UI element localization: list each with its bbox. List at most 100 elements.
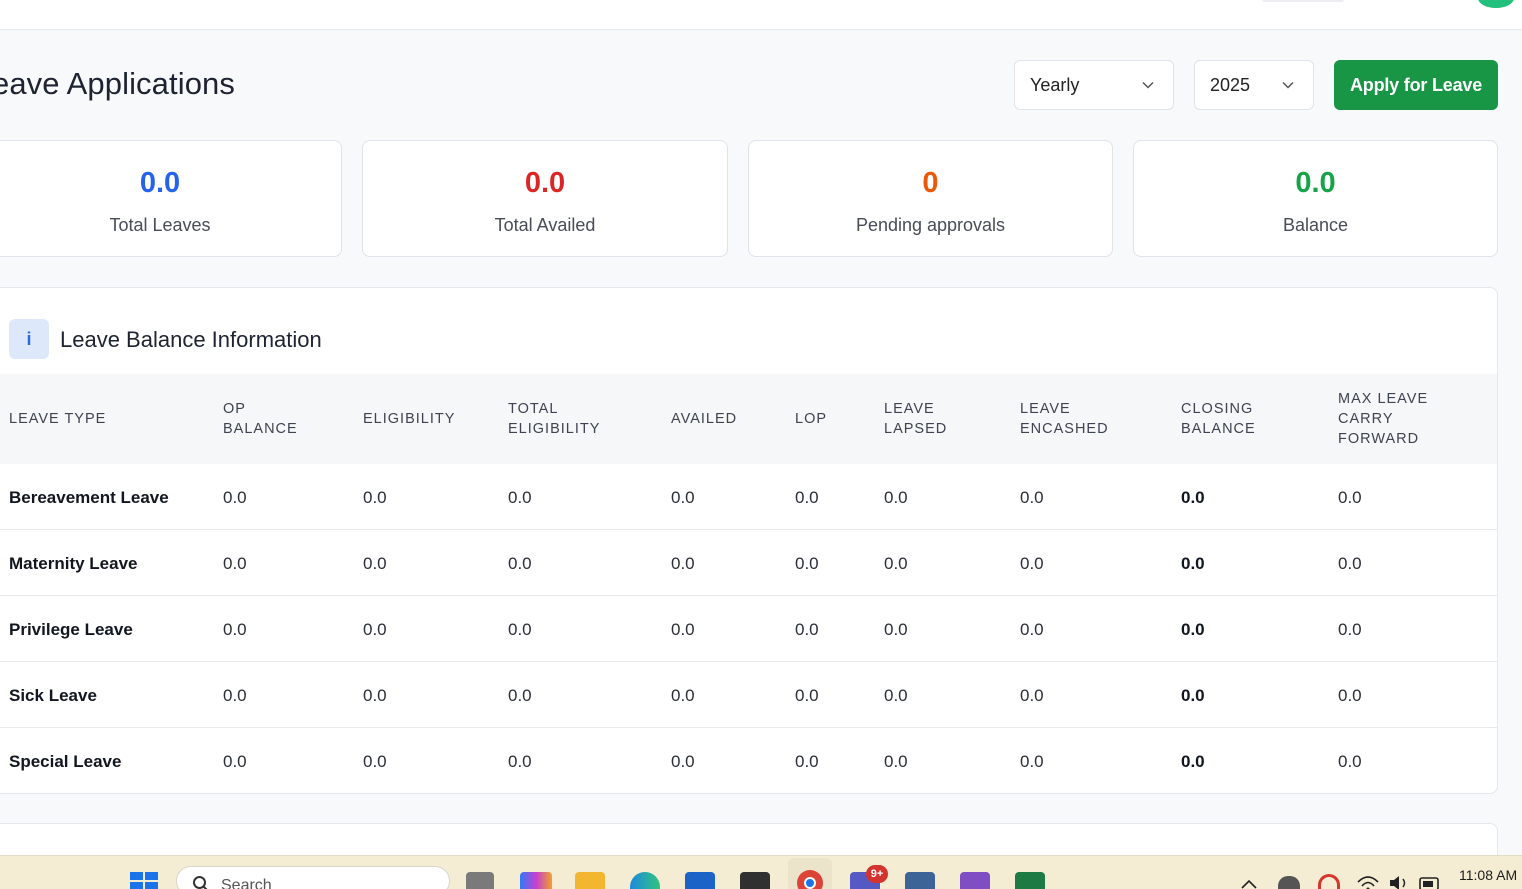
chrome-button[interactable] (788, 858, 832, 889)
cell-leave-type: Privilege Leave (9, 620, 133, 639)
user-avatar[interactable] (1478, 0, 1514, 8)
edge-icon[interactable] (630, 872, 660, 889)
section-title: Leave Balance Information (60, 327, 322, 352)
cell-lop: 0.0 (795, 752, 819, 771)
cell-closing-balance: 0.0 (1181, 620, 1205, 639)
excel-icon[interactable] (1015, 872, 1045, 889)
windows-taskbar: Search 9+ 11:08 AM (0, 855, 1522, 889)
cell-total-eligibility: 0.0 (508, 554, 532, 573)
cell-op-balance: 0.0 (223, 488, 247, 507)
taskbar-search[interactable]: Search (176, 866, 450, 889)
stat-value: 0 (922, 167, 939, 199)
cell-op-balance: 0.0 (223, 620, 247, 639)
stat-label: Total Availed (494, 215, 596, 235)
column-header-eligibility: Eligibility (363, 411, 456, 427)
cell-availed: 0.0 (671, 554, 695, 573)
cell-leave-encashed: 0.0 (1020, 554, 1044, 573)
battery-icon[interactable] (1418, 874, 1442, 889)
cell-eligibility: 0.0 (363, 488, 387, 507)
year-select[interactable]: 2025 (1194, 60, 1314, 110)
cell-leave-encashed: 0.0 (1020, 752, 1044, 771)
stat-value: 0.0 (1295, 167, 1336, 199)
stat-card-total-availed: 0.0 Total Availed (362, 140, 728, 257)
file-explorer-icon[interactable] (575, 872, 605, 889)
stat-value: 0.0 (524, 167, 566, 199)
chevron-up-icon[interactable] (1240, 878, 1258, 889)
table-row: Sick Leave 0.0 0.0 0.0 0.0 0.0 0.0 0.0 0.0 0.0 (0, 662, 1497, 728)
cell-lop: 0.0 (795, 686, 819, 705)
year-select-value: 2025 (1210, 74, 1251, 95)
cloud-icon[interactable] (1278, 876, 1300, 889)
copilot-icon[interactable] (520, 872, 552, 889)
cell-availed: 0.0 (671, 686, 695, 705)
cell-max-carry-forward: 0.0 (1338, 620, 1362, 639)
table-row: Bereavement Leave 0.0 0.0 0.0 0.0 0.0 0.0 0.0 0.… (0, 464, 1497, 530)
chrome-icon (797, 870, 823, 889)
cell-op-balance: 0.0 (223, 752, 247, 771)
cell-eligibility: 0.0 (363, 752, 387, 771)
info-icon: i (9, 319, 49, 359)
cell-max-carry-forward: 0.0 (1338, 488, 1362, 507)
table-row: Special Leave 0.0 0.0 0.0 0.0 0.0 0.0 0.0 0.0 0.0 (0, 728, 1497, 793)
search-placeholder: Search (221, 877, 272, 889)
cell-max-carry-forward: 0.0 (1338, 686, 1362, 705)
stat-card-pending-approvals: 0 Pending approvals (748, 140, 1113, 257)
cell-lop: 0.0 (795, 620, 819, 639)
column-header-lop: LOP (795, 411, 828, 427)
store-icon[interactable] (685, 872, 715, 889)
column-header-leave-encashed: Leave Encashed (1020, 401, 1109, 437)
stat-label: Pending approvals (855, 215, 1006, 235)
teams-notification-badge: 9+ (866, 865, 888, 883)
cell-total-eligibility: 0.0 (508, 620, 532, 639)
column-header-leave-type: Leave Type (9, 411, 107, 427)
wifi-icon[interactable] (1356, 874, 1380, 889)
cell-eligibility: 0.0 (363, 620, 387, 639)
cell-leave-lapsed: 0.0 (884, 488, 908, 507)
postgres-icon[interactable] (905, 872, 935, 889)
cell-leave-encashed: 0.0 (1020, 686, 1044, 705)
cell-leave-lapsed: 0.0 (884, 554, 908, 573)
stat-label: Balance (1282, 215, 1349, 235)
page-title: eave Applications (0, 66, 235, 101)
windows-start-icon[interactable] (129, 870, 159, 889)
cell-eligibility: 0.0 (363, 554, 387, 573)
stat-label: Total Leaves (109, 215, 211, 235)
cell-leave-type: Sick Leave (9, 686, 97, 705)
stat-card-balance: 0.0 Balance (1133, 140, 1498, 257)
cell-closing-balance: 0.0 (1181, 554, 1205, 573)
cell-leave-lapsed: 0.0 (884, 620, 908, 639)
task-view-icon[interactable] (466, 872, 494, 889)
top-header-bar (0, 0, 1522, 30)
cell-leave-encashed: 0.0 (1020, 488, 1044, 507)
header-control[interactable] (1262, 0, 1344, 2)
column-header-op-balance: OP Balance (223, 401, 298, 437)
column-header-max-leave-carry-forward: Max Leave Carry Forward (1338, 391, 1429, 447)
sticky-notes-icon[interactable] (740, 872, 770, 889)
sync-icon[interactable] (1318, 874, 1340, 889)
cell-closing-balance: 0.0 (1181, 488, 1205, 507)
taskbar-clock[interactable]: 11:08 AM (1459, 867, 1517, 883)
cell-lop: 0.0 (795, 554, 819, 573)
search-icon (193, 876, 208, 889)
visual-studio-icon[interactable] (960, 872, 990, 889)
table-row: Maternity Leave 0.0 0.0 0.0 0.0 0.0 0.0 0.0 0.0 0… (0, 530, 1497, 596)
cell-total-eligibility: 0.0 (508, 488, 532, 507)
cell-eligibility: 0.0 (363, 686, 387, 705)
chevron-down-icon (1282, 81, 1294, 89)
cell-closing-balance: 0.0 (1181, 752, 1205, 771)
table-header: Leave Type OP Balance Eligibility Total … (0, 374, 1497, 464)
cell-availed: 0.0 (671, 620, 695, 639)
column-header-closing-balance: Closing Balance (1181, 401, 1256, 437)
apply-for-leave-button[interactable]: Apply for Leave (1334, 60, 1498, 110)
cell-op-balance: 0.0 (223, 686, 247, 705)
cell-lop: 0.0 (795, 488, 819, 507)
cell-leave-lapsed: 0.0 (884, 752, 908, 771)
period-select[interactable]: Yearly (1014, 60, 1174, 110)
cell-availed: 0.0 (671, 488, 695, 507)
cell-leave-encashed: 0.0 (1020, 620, 1044, 639)
period-select-value: Yearly (1030, 74, 1080, 95)
volume-icon[interactable] (1388, 874, 1412, 889)
cell-leave-type: Special Leave (9, 752, 122, 771)
cell-leave-type: Maternity Leave (9, 554, 138, 573)
cell-op-balance: 0.0 (223, 554, 247, 573)
